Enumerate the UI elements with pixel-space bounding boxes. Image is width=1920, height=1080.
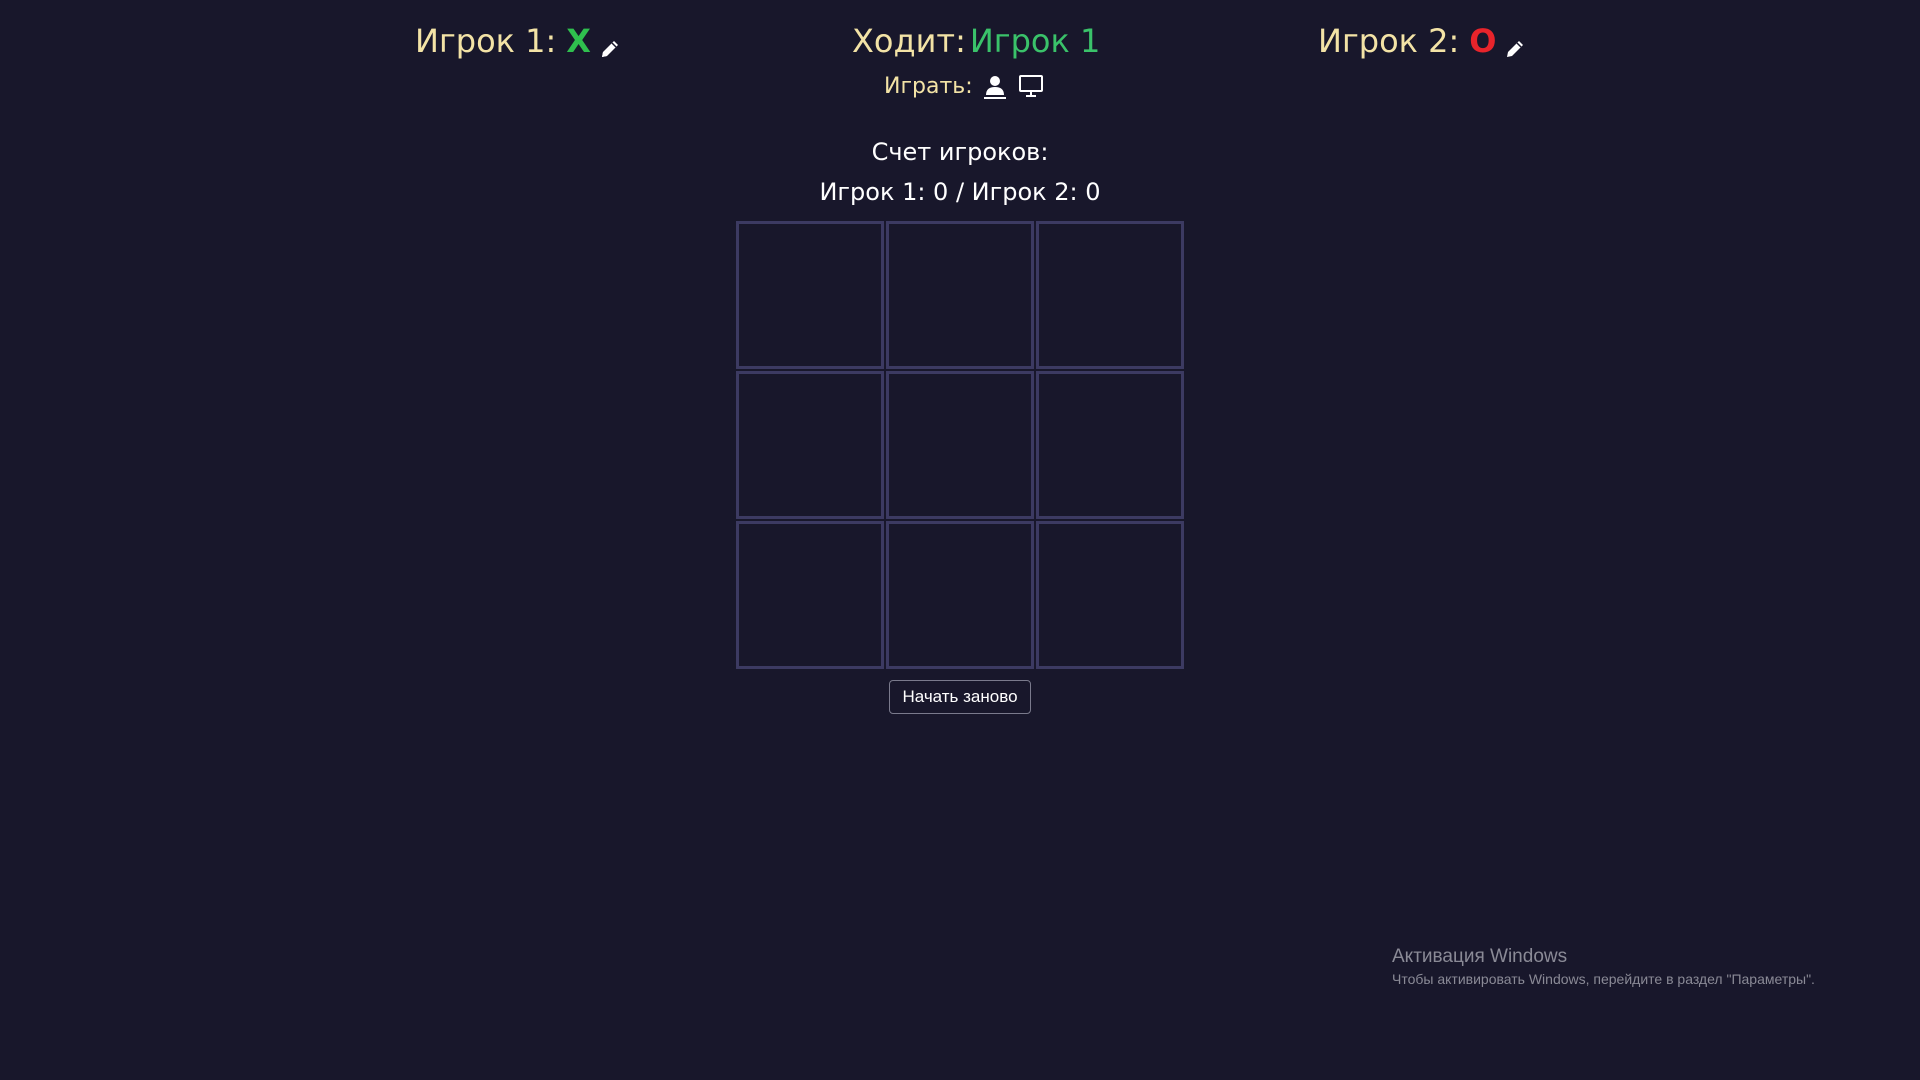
board-cell[interactable] (1036, 221, 1184, 369)
board-cell[interactable] (886, 521, 1034, 669)
monitor-icon[interactable] (1017, 72, 1045, 100)
score-line: Игрок 1: 0 / Игрок 2: 0 (819, 178, 1101, 206)
board-cell[interactable] (886, 371, 1034, 519)
score-title: Счет игроков: (871, 138, 1049, 166)
pencil-icon[interactable] (1504, 30, 1526, 57)
board-cell[interactable] (736, 221, 884, 369)
play-mode-selector: Играть: (884, 72, 1045, 100)
pencil-icon[interactable] (599, 30, 621, 57)
play-mode-label: Играть: (884, 73, 973, 99)
game-board (735, 220, 1185, 670)
board-cell[interactable] (1036, 521, 1184, 669)
player2-symbol: O (1469, 22, 1497, 60)
activation-title: Активация Windows (1392, 946, 1568, 967)
windows-activation-watermark: Активация Windows Чтобы активировать Win… (1392, 946, 1815, 987)
player2-name: Игрок 2: (1318, 22, 1460, 60)
turn-indicator: Ходит: Игрок 1 (852, 22, 1100, 60)
player1-name: Игрок 1: (415, 22, 557, 60)
restart-button[interactable]: Начать заново (889, 680, 1031, 714)
activation-subtitle: Чтобы активировать Windows, перейдите в … (1392, 971, 1815, 987)
board-cell[interactable] (1036, 371, 1184, 519)
player2-label: Игрок 2: O (1318, 22, 1526, 60)
player1-label: Игрок 1: X (415, 22, 621, 60)
person-icon[interactable] (981, 72, 1009, 100)
board-cell[interactable] (886, 221, 1034, 369)
game-page: Игрок 1: X Ходит: Игрок 1 Игрок 2: O Игра… (0, 0, 1920, 1080)
current-player: Игрок 1 (969, 22, 1101, 60)
turn-label: Ходит: (852, 22, 966, 60)
board-cell[interactable] (736, 371, 884, 519)
board-cell[interactable] (736, 521, 884, 669)
player1-symbol: X (566, 22, 591, 60)
